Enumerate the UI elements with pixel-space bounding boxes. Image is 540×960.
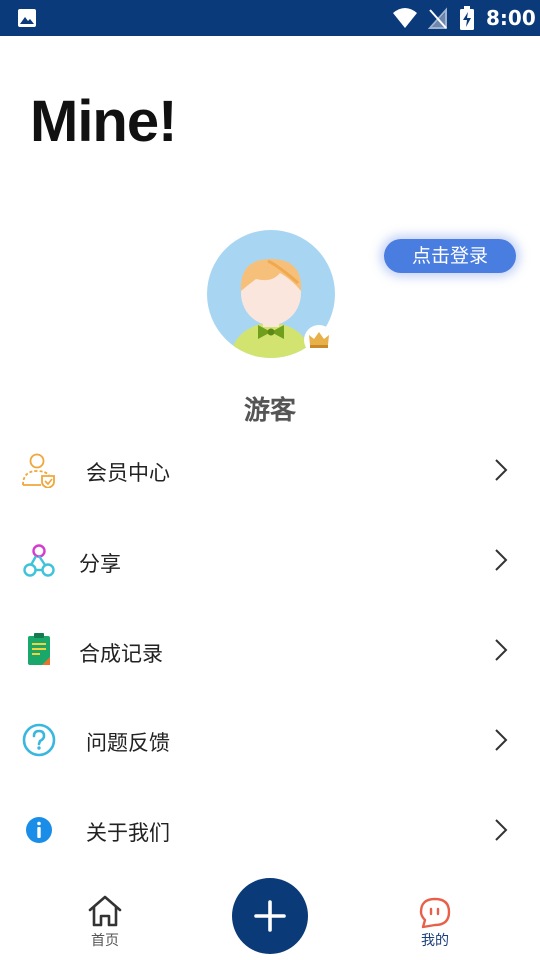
menu-item-member-center[interactable]: 会员中心 bbox=[0, 425, 540, 515]
signal-off-icon bbox=[428, 7, 447, 29]
member-center-icon bbox=[22, 453, 55, 488]
status-time: 8:00 bbox=[486, 6, 536, 30]
mine-icon[interactable] bbox=[418, 896, 452, 930]
chevron-right-icon bbox=[495, 639, 508, 661]
synthesis-record-icon bbox=[28, 633, 50, 665]
menu-item-about-us[interactable]: 关于我们 bbox=[0, 785, 540, 875]
menu-item-label: 会员中心 bbox=[86, 461, 170, 485]
battery-charging-icon bbox=[460, 6, 474, 30]
menu-item-label: 合成记录 bbox=[79, 642, 163, 666]
menu-item-feedback[interactable]: 问题反馈 bbox=[0, 695, 540, 785]
crown-icon bbox=[304, 325, 334, 355]
user-name: 游客 bbox=[243, 396, 296, 426]
chevron-right-icon bbox=[495, 729, 508, 751]
chevron-right-icon bbox=[495, 459, 508, 481]
nav-home-label[interactable]: 首页 bbox=[70, 930, 140, 950]
home-icon[interactable] bbox=[87, 894, 123, 928]
menu-item-label: 问题反馈 bbox=[86, 731, 170, 755]
menu-item-synthesis-record[interactable]: 合成记录 bbox=[0, 605, 540, 695]
menu-item-label: 分享 bbox=[79, 552, 121, 576]
plus-icon bbox=[254, 900, 286, 932]
info-icon bbox=[26, 817, 52, 843]
chevron-right-icon bbox=[495, 819, 508, 841]
share-icon bbox=[23, 544, 55, 577]
menu-item-label: 关于我们 bbox=[86, 821, 170, 845]
screen: 8:00 Mine! 点击登录 游客 会员中心 分享 合成记录 问题反馈 关于我… bbox=[0, 0, 540, 960]
page-title: Mine! bbox=[30, 89, 177, 154]
login-button[interactable]: 点击登录 bbox=[384, 239, 516, 273]
nav-mine-label[interactable]: 我的 bbox=[400, 930, 470, 950]
chevron-right-icon bbox=[495, 549, 508, 571]
question-feedback-icon bbox=[22, 723, 56, 757]
menu-item-share[interactable]: 分享 bbox=[0, 515, 540, 605]
gallery-icon bbox=[18, 9, 36, 27]
status-bar: 8:00 bbox=[0, 0, 540, 36]
wifi-icon bbox=[393, 8, 417, 28]
add-button[interactable] bbox=[232, 878, 308, 954]
